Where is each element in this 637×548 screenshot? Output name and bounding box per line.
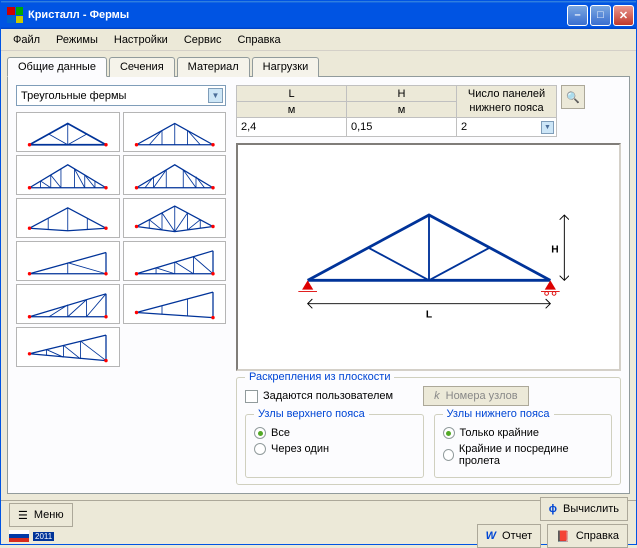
H-unit: м xyxy=(347,102,457,118)
magnifier-icon: 🔍 xyxy=(566,91,580,104)
app-icon xyxy=(7,7,23,23)
node-numbers-button: k Номера узлов xyxy=(423,386,528,406)
close-button[interactable]: ✕ xyxy=(613,5,634,26)
lower-chord-group: Узлы нижнего пояса Только крайние Крайни… xyxy=(434,414,613,478)
chevron-down-icon: ▼ xyxy=(208,88,223,103)
lower-edges-radio[interactable]: Только крайние xyxy=(443,427,604,439)
flag-icon xyxy=(9,530,29,542)
checkbox-icon xyxy=(245,390,258,403)
truss-thumb-1[interactable] xyxy=(16,112,120,152)
phi-icon: ϕ xyxy=(549,503,557,515)
lower-mid-radio[interactable]: Крайние и посредине пролета xyxy=(443,443,604,467)
truss-thumb-7[interactable] xyxy=(16,241,120,281)
menubar: Файл Режимы Настройки Сервис Справка xyxy=(1,29,636,51)
truss-thumb-8[interactable] xyxy=(123,241,227,281)
book-icon: 📕 xyxy=(556,530,570,543)
tab-sections[interactable]: Сечения xyxy=(109,57,175,77)
minimize-button[interactable]: – xyxy=(567,5,588,26)
lower-title: Узлы нижнего пояса xyxy=(443,408,554,420)
report-button[interactable]: W Отчет xyxy=(477,524,542,548)
menu-button[interactable]: ☰ Меню xyxy=(9,503,73,527)
menu-settings[interactable]: Настройки xyxy=(106,32,176,48)
bottom-bar: ☰ Меню 2011 ϕ Вычислить W Отчет xyxy=(1,500,636,544)
nodes-icon: k xyxy=(434,390,440,402)
tab-material[interactable]: Материал xyxy=(177,57,250,77)
H-input[interactable]: 0,15 xyxy=(347,118,457,137)
maximize-button[interactable]: □ xyxy=(590,5,611,26)
main-window: Кристалл - Фермы – □ ✕ Файл Режимы Настр… xyxy=(0,0,637,545)
L-label: L xyxy=(237,86,347,102)
thumbnails xyxy=(16,112,226,367)
menu-file[interactable]: Файл xyxy=(5,32,48,48)
L-input[interactable]: 2,4 xyxy=(237,118,347,137)
L-unit: м xyxy=(237,102,347,118)
tab-loads[interactable]: Нагрузки xyxy=(252,57,320,77)
svg-text:L: L xyxy=(425,310,431,321)
upper-chord-group: Узлы верхнего пояса Все Через один xyxy=(245,414,424,478)
truss-thumb-6[interactable] xyxy=(123,198,227,238)
upper-alt-radio[interactable]: Через один xyxy=(254,443,415,455)
tab-general[interactable]: Общие данные xyxy=(7,57,107,77)
userdef-checkbox[interactable]: Задаются пользователем xyxy=(245,390,393,403)
truss-thumb-3[interactable] xyxy=(16,155,120,195)
truss-thumb-2[interactable] xyxy=(123,112,227,152)
panels-label-1: Число панелей xyxy=(468,88,545,100)
tabs: Общие данные Сечения Материал Нагрузки xyxy=(7,57,630,77)
panels-select[interactable]: 2 ▼ xyxy=(457,118,556,136)
H-label: H xyxy=(347,86,457,102)
svg-text:H: H xyxy=(551,244,558,255)
panels-label-2: нижнего пояса xyxy=(469,102,543,114)
right-column: L H Число панелей нижнего пояса м м xyxy=(236,85,621,485)
upper-title: Узлы верхнего пояса xyxy=(254,408,369,420)
truss-thumb-5[interactable] xyxy=(16,198,120,238)
truss-type-combo[interactable]: Треугольные фермы ▼ xyxy=(16,85,226,106)
left-column: Треугольные фермы ▼ xyxy=(16,85,226,485)
upper-all-radio[interactable]: Все xyxy=(254,427,415,439)
help-button[interactable]: 📕 Справка xyxy=(547,524,628,548)
year-badge: 2011 xyxy=(33,532,54,541)
truss-thumb-9[interactable] xyxy=(16,284,120,324)
window-title: Кристалл - Фермы xyxy=(28,9,129,21)
titlebar[interactable]: Кристалл - Фермы – □ ✕ xyxy=(1,1,636,29)
menu-icon: ☰ xyxy=(18,509,28,522)
truss-diagram: L H xyxy=(236,143,621,371)
menu-service[interactable]: Сервис xyxy=(176,32,230,48)
menu-help[interactable]: Справка xyxy=(229,32,288,48)
bracing-title: Раскрепления из плоскости xyxy=(245,371,394,383)
tab-body: Треугольные фермы ▼ xyxy=(7,76,630,494)
bracing-group: Раскрепления из плоскости Задаются польз… xyxy=(236,377,621,485)
truss-thumb-4[interactable] xyxy=(123,155,227,195)
truss-thumb-11[interactable] xyxy=(16,327,120,367)
menu-modes[interactable]: Режимы xyxy=(48,32,106,48)
word-icon: W xyxy=(486,530,496,542)
preview-button[interactable]: 🔍 xyxy=(561,85,585,109)
param-table: L H Число панелей нижнего пояса м м xyxy=(236,85,621,137)
combo-value: Треугольные фермы xyxy=(21,90,208,102)
truss-thumb-10[interactable] xyxy=(123,284,227,324)
calculate-button[interactable]: ϕ Вычислить xyxy=(540,497,628,521)
chevron-down-icon: ▼ xyxy=(541,121,554,134)
